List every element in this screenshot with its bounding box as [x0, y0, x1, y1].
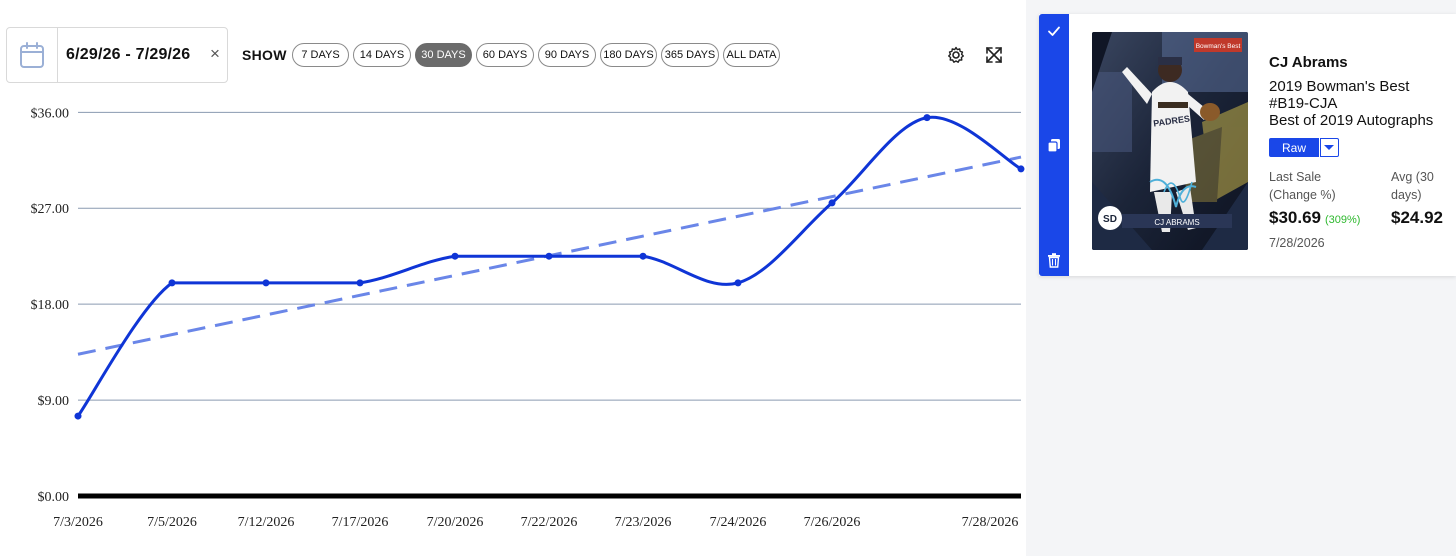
card-name-plate: CJ ABRAMS [1154, 218, 1199, 227]
y-tick-label: $36.00 [31, 106, 70, 121]
chart-gridlines [78, 111, 1021, 499]
x-tick-label: 7/20/2026 [427, 515, 484, 530]
series-line [76, 115, 1022, 417]
trash-icon[interactable] [1046, 252, 1062, 268]
y-axis: $0.00 $9.00 $18.00 $27.00 $36.00 [31, 106, 70, 505]
x-tick-label: 7/12/2026 [238, 515, 295, 530]
last-sale-value: $30.69 (309%) [1269, 208, 1360, 228]
card-insert-line: Best of 2019 Autographs [1269, 112, 1434, 129]
x-tick-label: 7/3/2026 [53, 515, 103, 530]
x-tick-label: 7/26/2026 [804, 515, 861, 530]
y-tick-label: $27.00 [31, 202, 70, 217]
avg-label: Avg (30 days) [1391, 168, 1434, 204]
data-point[interactable] [828, 199, 836, 207]
avg-value: $24.92 [1391, 208, 1443, 227]
card-number-line: #B19-CJA [1269, 95, 1338, 112]
data-point[interactable] [262, 279, 270, 287]
data-point[interactable] [168, 279, 176, 287]
card-set-line: 2019 Bowman's Best [1269, 78, 1410, 95]
data-point[interactable] [356, 279, 364, 287]
player-name: CJ Abrams [1269, 54, 1348, 71]
y-tick-label: $9.00 [38, 394, 70, 409]
x-tick-label: 7/23/2026 [615, 515, 672, 530]
card-panel: CJ ABRAMS SD Bowman's Best PADRES CJ Abr… [1039, 14, 1456, 276]
last-sale-label-line2: (Change %) [1269, 188, 1336, 202]
price-chart: $0.00 $9.00 $18.00 $27.00 $36.00 7/3/2026 7/5… [31, 106, 1025, 530]
last-sale-label-line1: Last Sale [1269, 170, 1322, 184]
avg-label-line1: Avg (30 [1391, 170, 1434, 184]
data-point[interactable] [923, 114, 931, 122]
avg-label-line2: days) [1391, 188, 1422, 202]
data-point[interactable] [451, 252, 459, 260]
check-icon[interactable] [1046, 23, 1062, 39]
data-point[interactable] [734, 279, 742, 287]
card-image[interactable]: CJ ABRAMS SD Bowman's Best PADRES [1092, 32, 1248, 250]
chevron-down-icon[interactable] [1320, 138, 1339, 157]
copy-icon[interactable] [1046, 137, 1062, 153]
data-point[interactable] [1017, 165, 1025, 173]
grade-select[interactable]: Raw [1269, 138, 1319, 157]
series-layer [76, 115, 1022, 417]
y-tick-label: $18.00 [31, 298, 70, 313]
x-tick-label: 7/22/2026 [521, 515, 578, 530]
card-action-bar [1039, 14, 1069, 276]
team-logo: SD [1103, 214, 1117, 225]
sale-date: 7/28/2026 [1269, 236, 1325, 250]
x-tick-label: 7/5/2026 [147, 515, 197, 530]
x-tick-label: 7/24/2026 [710, 515, 767, 530]
brand-logo: Bowman's Best [1196, 43, 1241, 50]
points-layer [74, 114, 1025, 420]
x-tick-label: 7/28/2026 [962, 515, 1019, 530]
data-point[interactable] [639, 252, 647, 260]
x-tick-label: 7/17/2026 [332, 515, 389, 530]
x-axis: 7/3/2026 7/5/2026 7/12/2026 7/17/2026 7/20/2… [53, 515, 1018, 530]
y-tick-label: $0.00 [38, 490, 70, 505]
data-point[interactable] [74, 412, 82, 420]
last-sale-label: Last Sale (Change %) [1269, 168, 1336, 204]
change-percent: (309%) [1325, 214, 1361, 226]
last-sale-price: $30.69 [1269, 208, 1321, 227]
data-point[interactable] [545, 252, 553, 260]
